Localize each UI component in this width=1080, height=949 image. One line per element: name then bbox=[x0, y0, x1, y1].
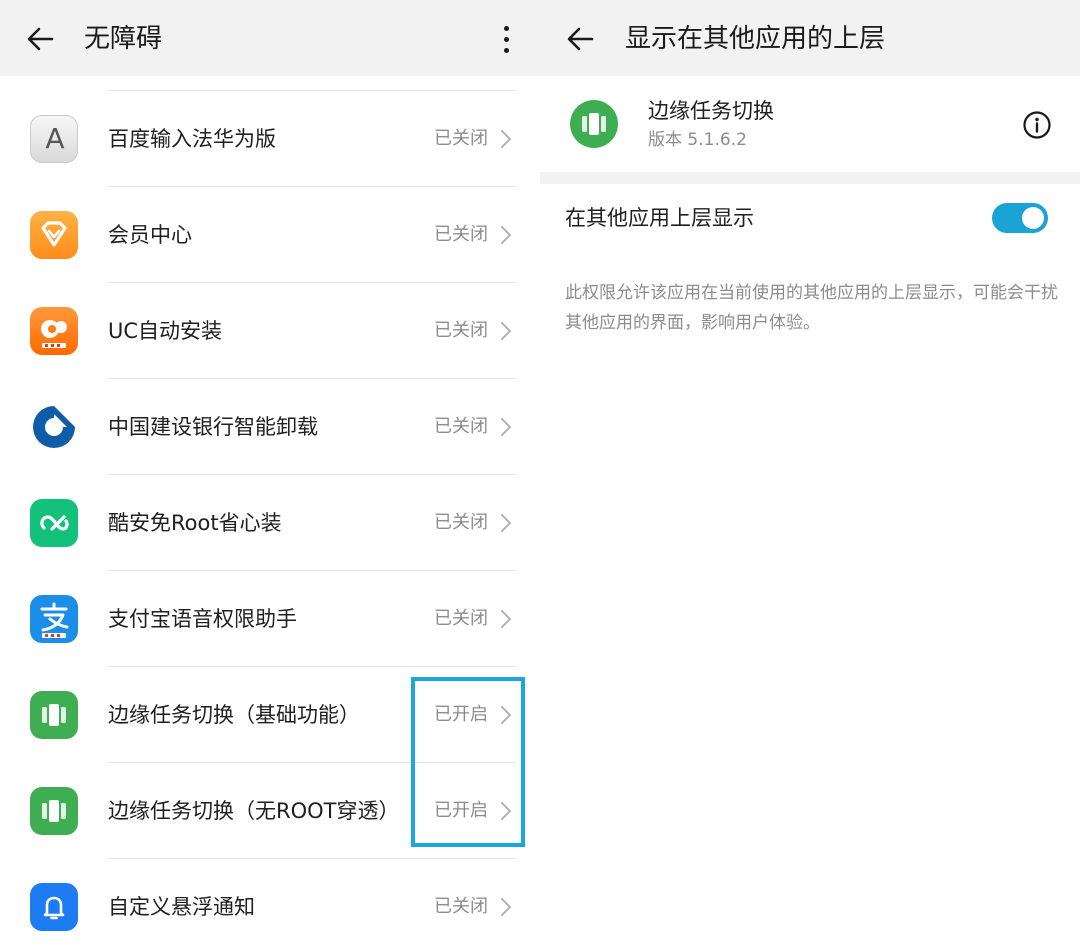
chevron-right-icon bbox=[499, 129, 513, 149]
permission-description: 此权限允许该应用在当前使用的其他应用的上层显示，可能会干扰其他应用的界面，影响用… bbox=[565, 283, 1058, 333]
page-title: 显示在其他应用的上层 bbox=[625, 24, 886, 54]
edge-task-switch-icon bbox=[570, 100, 618, 148]
chevron-right-icon bbox=[499, 609, 513, 629]
app-version: 版本 5.1.6.2 bbox=[648, 130, 747, 150]
app-name: 边缘任务切换（基础功能） bbox=[108, 703, 360, 727]
section-separator bbox=[540, 172, 1080, 184]
status-label: 已关闭 bbox=[434, 416, 488, 437]
app-name: 支付宝语音权限助手 bbox=[108, 607, 297, 631]
status-label: 已关闭 bbox=[434, 896, 488, 917]
app-info-header: 边缘任务切换 版本 5.1.6.2 bbox=[540, 76, 1080, 172]
app-name: 边缘任务切换（无ROOT穿透） bbox=[108, 799, 400, 823]
uc-browser-icon bbox=[30, 307, 78, 355]
status-label: 已关闭 bbox=[434, 512, 488, 533]
info-icon[interactable] bbox=[1022, 110, 1052, 140]
list-item-ccb-uninstall[interactable]: 中国建设银行智能卸载 已关闭 bbox=[0, 379, 540, 475]
toggle-knob bbox=[1022, 207, 1044, 229]
back-arrow-icon[interactable] bbox=[24, 22, 58, 56]
member-center-icon bbox=[30, 211, 78, 259]
accessibility-app-bar: 无障碍 bbox=[0, 0, 540, 76]
chevron-right-icon bbox=[499, 225, 513, 245]
status-label: 已关闭 bbox=[434, 320, 488, 341]
chevron-right-icon bbox=[499, 513, 513, 533]
status-label: 已关闭 bbox=[434, 608, 488, 629]
alipay-icon bbox=[30, 595, 78, 643]
setting-label: 在其他应用上层显示 bbox=[565, 206, 754, 230]
overlay-app-bar: 显示在其他应用的上层 bbox=[540, 0, 1080, 76]
status-label: 已关闭 bbox=[434, 128, 488, 149]
list-item-baidu-input[interactable]: A 百度输入法华为版 已关闭 bbox=[0, 91, 540, 187]
app-name: UC自动安装 bbox=[108, 319, 223, 343]
back-arrow-icon[interactable] bbox=[564, 22, 598, 56]
edge-task-switch-icon bbox=[30, 691, 78, 739]
accessibility-pane: 无障碍 A 百度输入法华为版 已关闭 会员中心 已关闭 UC自动安装 已关闭 中… bbox=[0, 0, 540, 949]
app-name: 酷安免Root省心装 bbox=[108, 511, 282, 535]
app-name: 自定义悬浮通知 bbox=[108, 895, 255, 919]
chevron-right-icon bbox=[499, 417, 513, 437]
list-item-floating-notification[interactable]: 自定义悬浮通知 已关闭 bbox=[0, 859, 540, 949]
display-over-apps-toggle[interactable] bbox=[992, 203, 1048, 233]
edge-task-switch-icon bbox=[30, 787, 78, 835]
highlight-box bbox=[411, 677, 525, 847]
app-name: 边缘任务切换 bbox=[648, 99, 774, 123]
floating-notification-icon bbox=[30, 883, 78, 931]
list-item-alipay-voice[interactable]: 支付宝语音权限助手 已关闭 bbox=[0, 571, 540, 667]
app-name: 百度输入法华为版 bbox=[108, 127, 276, 151]
status-label: 已关闭 bbox=[434, 224, 488, 245]
display-over-apps-setting[interactable]: 在其他应用上层显示 bbox=[540, 184, 1080, 256]
overlay-permission-pane: 显示在其他应用的上层 边缘任务切换 版本 5.1.6.2 在其他应用上层显示 此… bbox=[540, 0, 1080, 949]
coolapk-icon bbox=[30, 499, 78, 547]
app-name: 中国建设银行智能卸载 bbox=[108, 415, 318, 439]
ccb-bank-icon bbox=[30, 403, 78, 451]
baidu-input-icon: A bbox=[30, 115, 78, 163]
chevron-right-icon bbox=[499, 321, 513, 341]
more-options-icon[interactable] bbox=[494, 22, 518, 56]
chevron-right-icon bbox=[499, 897, 513, 917]
list-item-member-center[interactable]: 会员中心 已关闭 bbox=[0, 187, 540, 283]
list-item-coolapk[interactable]: 酷安免Root省心装 已关闭 bbox=[0, 475, 540, 571]
page-title: 无障碍 bbox=[84, 24, 163, 54]
list-item-uc-install[interactable]: UC自动安装 已关闭 bbox=[0, 283, 540, 379]
app-name: 会员中心 bbox=[108, 223, 192, 247]
